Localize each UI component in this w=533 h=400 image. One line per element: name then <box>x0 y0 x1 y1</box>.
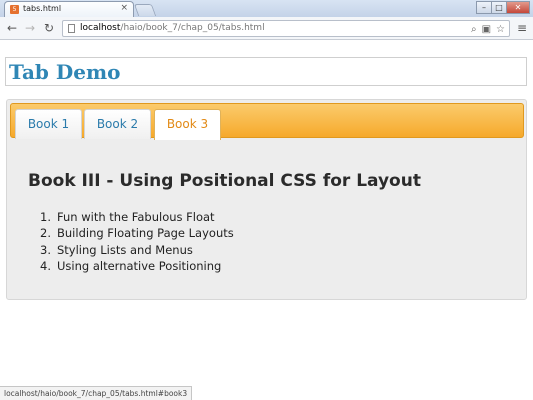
star-icon[interactable]: ☆ <box>496 22 505 37</box>
url-host: localhost <box>80 23 121 33</box>
browser-tab-title: tabs.html <box>23 4 62 13</box>
maximize-icon[interactable]: □ <box>491 1 507 14</box>
forward-arrow-icon[interactable]: → <box>25 21 35 35</box>
window-controls: – □ ✕ <box>476 1 530 14</box>
close-tab-icon[interactable]: × <box>120 3 128 13</box>
tab-panel: Book 1 Book 2 Book 3 Book III - Using Po… <box>6 99 527 300</box>
browser-titlebar: 5 tabs.html × – □ ✕ <box>0 0 533 17</box>
reload-icon[interactable]: ↻ <box>44 21 54 35</box>
back-arrow-icon[interactable]: ← <box>7 21 17 35</box>
status-url-bubble: localhost/haio/book_7/chap_05/tabs.html#… <box>0 386 193 400</box>
list-item: 3. Styling Lists and Menus <box>40 242 193 257</box>
address-bar[interactable]: localhost/haio/book_7/chap_05/tabs.html … <box>62 20 510 37</box>
chapter-list: 1. Fun with the Fabulous Float 2. Building… <box>31 209 234 274</box>
html5-favicon-icon: 5 <box>10 5 19 14</box>
list-item: 1. Fun with the Fabulous Float <box>40 210 215 224</box>
tab-book-1[interactable]: Book 1 <box>15 109 82 139</box>
address-url[interactable]: localhost/haio/book_7/chap_05/tabs.html <box>80 21 265 36</box>
search-icon[interactable]: ⌕ <box>471 22 477 37</box>
browser-toolbar: ← → ↻ localhost/haio/book_7/chap_05/tabs… <box>0 17 533 40</box>
page-icon <box>68 24 75 33</box>
browser-tab[interactable]: 5 tabs.html × <box>4 1 134 17</box>
omnibox-icons: ⌕ ▣ ☆ <box>471 22 505 37</box>
page-title: Tab Demo <box>9 60 121 84</box>
list-item: 4. Using alternative Positioning <box>40 258 222 273</box>
menu-icon[interactable]: ≡ <box>517 21 527 35</box>
extension-icon[interactable]: ▣ <box>482 22 491 37</box>
tab-book-3[interactable]: Book 3 <box>154 109 221 140</box>
content-heading: Book III - Using Positional CSS for Layo… <box>28 171 421 191</box>
list-item: 2. Building Floating Page Layouts <box>40 226 234 241</box>
new-tab-button[interactable] <box>133 4 157 16</box>
url-path: /haio/book_7/chap_05/tabs.html <box>120 23 265 33</box>
page-header: Tab Demo <box>5 57 527 86</box>
tab-bar: Book 1 Book 2 Book 3 <box>10 103 524 140</box>
minimize-icon[interactable]: – <box>476 1 492 14</box>
close-window-icon[interactable]: ✕ <box>506 1 530 14</box>
tab-book-2[interactable]: Book 2 <box>84 109 151 139</box>
